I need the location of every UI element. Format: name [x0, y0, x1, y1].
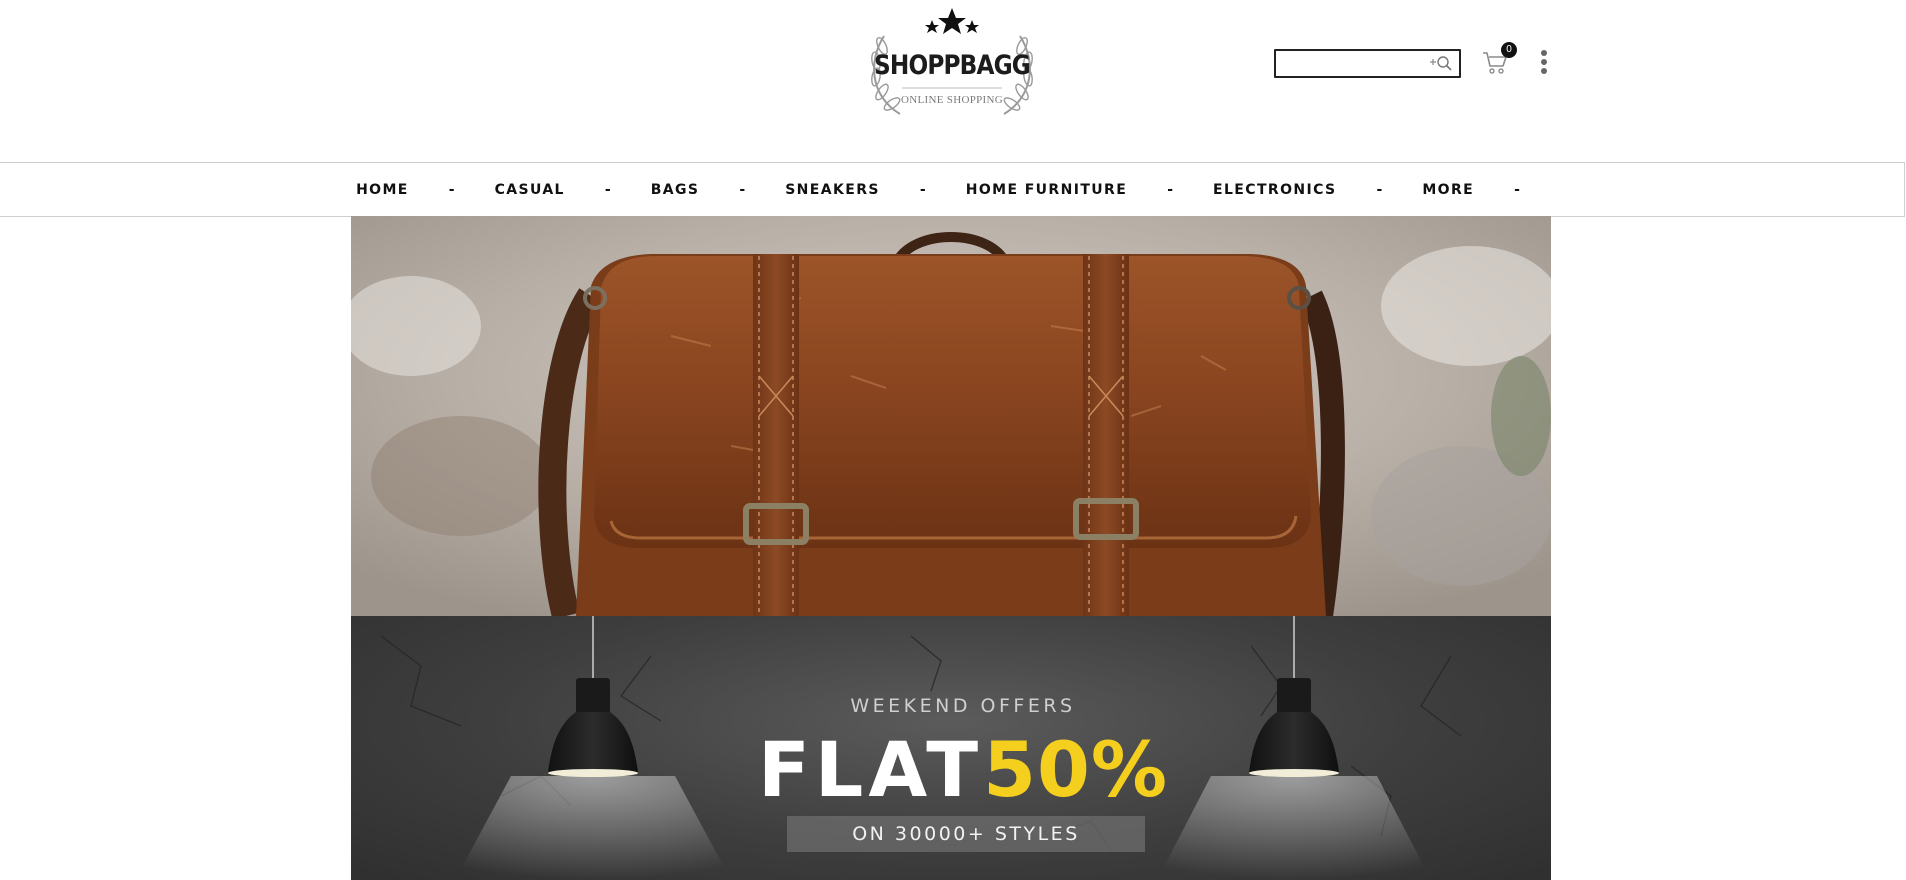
promo-subline-band: ON 30000+ STYLES: [787, 816, 1145, 852]
brand-tagline: ONLINE SHOPPING: [901, 94, 1003, 106]
nav-item-sneakers[interactable]: SNEAKERS: [785, 182, 880, 198]
more-options-icon[interactable]: [1538, 50, 1550, 78]
nav-item-casual[interactable]: CASUAL: [495, 182, 565, 198]
nav-item-home[interactable]: HOME: [356, 182, 409, 198]
nav-item-home-furniture[interactable]: HOME FURNITURE: [966, 182, 1128, 198]
cart-count-badge: 0: [1501, 42, 1517, 58]
promo-headline: FLAT50%: [351, 730, 1551, 810]
nav-item-bags[interactable]: BAGS: [651, 182, 700, 198]
nav-separator: -: [1514, 181, 1520, 198]
nav-separator: -: [604, 181, 611, 198]
brand-logo[interactable]: SHOPPBAGG ONLINE SHOPPING: [852, 6, 1052, 122]
nav-separator: -: [1376, 181, 1383, 198]
brand-name: SHOPPBAGG: [874, 50, 1031, 81]
leather-bag-image: [351, 216, 1551, 616]
promo-subline: ON 30000+ STYLES: [852, 823, 1080, 845]
search-box: [1274, 49, 1461, 78]
promo-banner[interactable]: WEEKEND OFFERS FLAT50% ON 30000+ STYLES: [351, 616, 1551, 880]
cart-button[interactable]: 0: [1481, 42, 1517, 78]
promo-headline-text: FLAT: [757, 725, 984, 814]
nav-item-more[interactable]: MORE: [1422, 182, 1474, 198]
nav-separator: -: [448, 181, 455, 198]
nav-separator: -: [739, 181, 746, 198]
promo-discount: 50%: [983, 725, 1169, 814]
site-header: SHOPPBAGG ONLINE SHOPPING 0: [0, 0, 1906, 162]
hero-banner-bag[interactable]: [351, 216, 1551, 616]
search-input[interactable]: [1280, 53, 1424, 75]
nav-separator: -: [1167, 181, 1174, 198]
search-icon[interactable]: [1429, 55, 1453, 73]
main-nav: HOME - CASUAL - BAGS - SNEAKERS - HOME F…: [0, 162, 1905, 217]
promo-kicker: WEEKEND OFFERS: [850, 695, 1076, 717]
nav-item-electronics[interactable]: ELECTRONICS: [1213, 182, 1337, 198]
nav-separator: -: [919, 181, 926, 198]
